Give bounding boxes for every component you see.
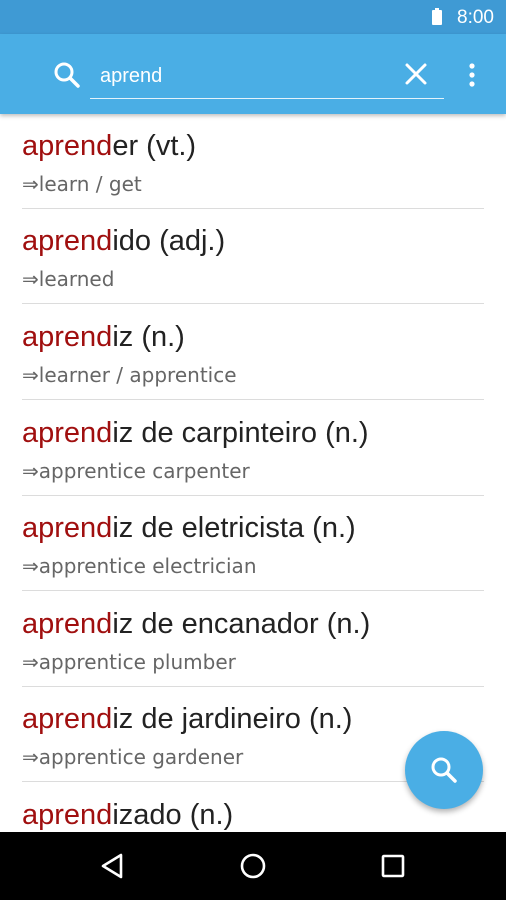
list-item[interactable]: aprendiz de carpinteiro (n.) ⇒apprentice… (0, 401, 506, 496)
entry-translation: ⇒apprentice carpenter (22, 459, 250, 483)
search-field (90, 54, 444, 99)
recents-square-icon[interactable] (377, 850, 409, 882)
entry-word: aprendiz de carpinteiro (n.) (22, 417, 369, 450)
entry-rest: er (vt.) (112, 130, 197, 162)
entry-highlight: aprend (22, 799, 113, 831)
list-item[interactable]: aprendiz de eletricista (n.) ⇒apprentice… (0, 496, 506, 591)
search-app-bar (0, 34, 506, 114)
divider (22, 590, 484, 591)
entry-word: aprendiz de jardineiro (n.) (22, 703, 352, 736)
status-time: 8:00 (457, 7, 494, 28)
list-item[interactable]: aprendiz de encanador (n.) ⇒apprentice p… (0, 592, 506, 687)
list-item[interactable]: aprendiz (n.) ⇒learner / apprentice (0, 305, 506, 400)
entry-word: aprendiz de eletricista (n.) (22, 512, 356, 545)
entry-word: aprendiz (n.) (22, 321, 185, 354)
entry-word: aprender (vt.) (22, 130, 196, 163)
entry-highlight: aprend (22, 703, 113, 735)
entry-rest: iz de eletricista (n.) (112, 512, 356, 544)
entry-translation: ⇒learn / get (22, 172, 142, 196)
divider (22, 399, 484, 400)
close-icon[interactable] (403, 61, 429, 87)
search-icon (52, 60, 82, 90)
entry-translation: ⇒learned (22, 267, 115, 291)
back-triangle-icon[interactable] (97, 850, 129, 882)
entry-rest: ido (adj.) (112, 225, 226, 257)
entry-rest: iz de jardineiro (n.) (112, 703, 353, 735)
entry-highlight: aprend (22, 321, 113, 353)
status-bar: 8:00 (0, 0, 506, 34)
entry-translation: ⇒apprentice electrician (22, 554, 257, 578)
entry-highlight: aprend (22, 417, 113, 449)
entry-highlight: aprend (22, 608, 113, 640)
entry-word: aprendido (adj.) (22, 225, 225, 258)
results-list: aprender (vt.) ⇒learn / get aprendido (a… (0, 114, 506, 832)
entry-word: aprendiz de encanador (n.) (22, 608, 370, 641)
navigation-bar (0, 832, 506, 900)
list-item[interactable]: aprendido (adj.) ⇒learned (0, 209, 506, 304)
entry-rest: iz de encanador (n.) (112, 608, 371, 640)
battery-full-icon (432, 8, 442, 25)
more-vert-icon[interactable] (462, 60, 482, 90)
entry-highlight: aprend (22, 512, 113, 544)
entry-rest: iz (n.) (112, 321, 185, 353)
entry-word: aprendizado (n.) (22, 799, 233, 832)
divider (22, 303, 484, 304)
home-circle-icon[interactable] (237, 850, 269, 882)
search-fab-button[interactable] (405, 731, 483, 809)
entry-rest: izado (n.) (112, 799, 234, 831)
entry-translation: ⇒learner / apprentice (22, 363, 237, 387)
entry-translation: ⇒apprentice gardener (22, 745, 244, 769)
entry-rest: iz de carpinteiro (n.) (112, 417, 369, 449)
search-icon (431, 757, 457, 783)
entry-highlight: aprend (22, 130, 113, 162)
entry-highlight: aprend (22, 225, 113, 257)
entry-translation: ⇒apprentice plumber (22, 650, 236, 674)
list-item[interactable]: aprender (vt.) ⇒learn / get (0, 114, 506, 209)
search-input[interactable] (100, 62, 390, 90)
